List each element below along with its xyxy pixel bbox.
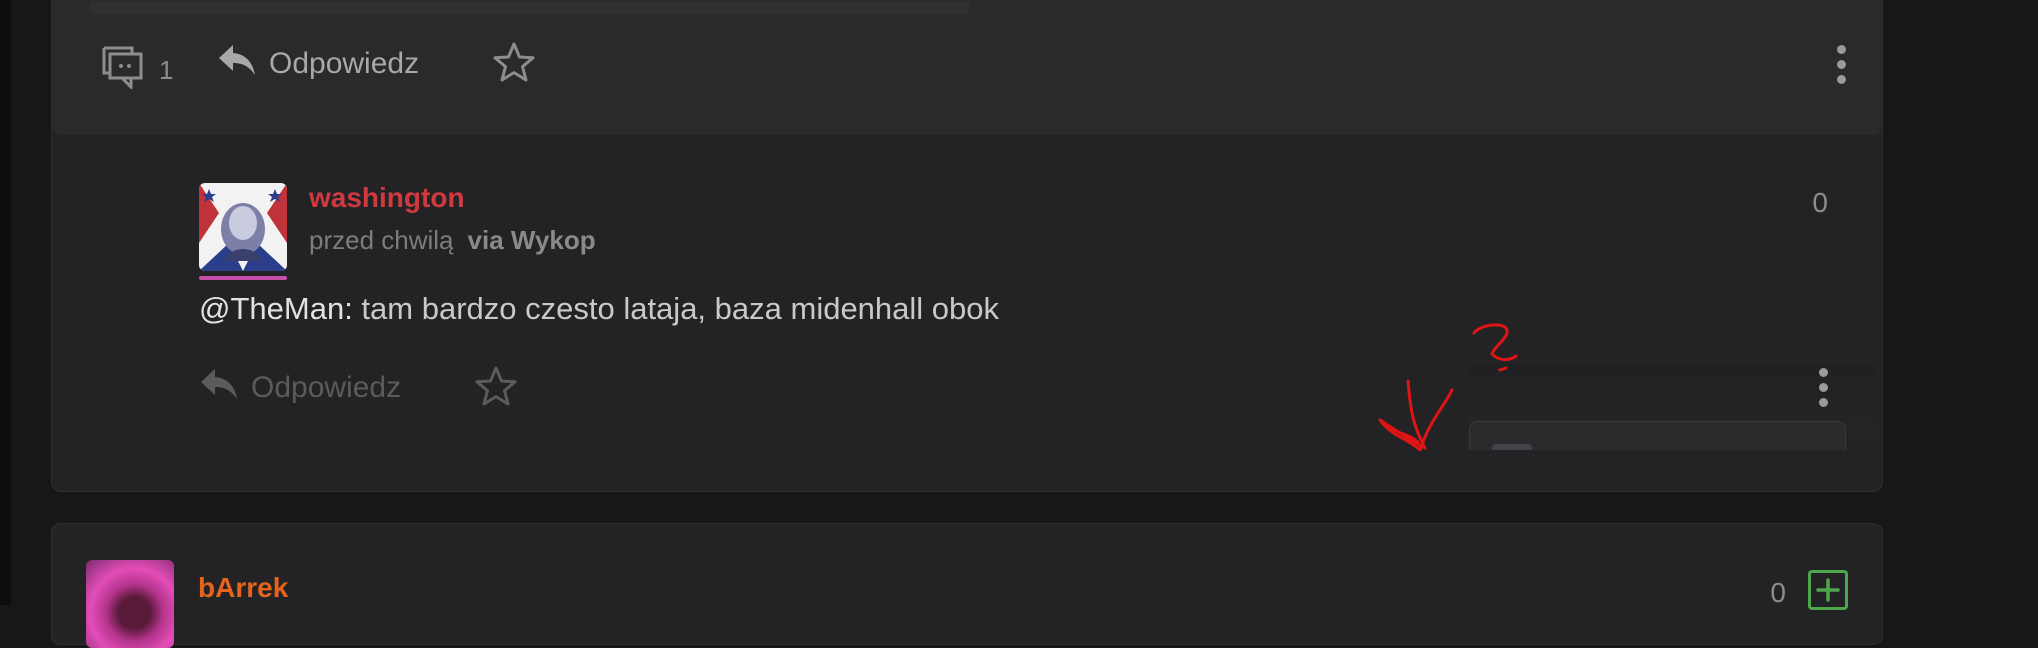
embed-bottom-edge (90, 1, 970, 15)
plus-icon[interactable] (1808, 570, 1848, 610)
star-icon[interactable] (474, 365, 518, 414)
entry-score: 0 (1770, 577, 1786, 608)
avatar[interactable] (86, 560, 174, 648)
more-vert-icon[interactable] (1837, 45, 1846, 90)
entry-username[interactable]: bArrek (198, 572, 288, 604)
left-sidebar-strip (0, 0, 11, 605)
comment-count: 1 (159, 55, 174, 85)
reply-label: Odpowiedz (269, 47, 420, 80)
entry-footer: 1 Odpowiedz (52, 0, 1882, 135)
comment-score: 0 (1812, 187, 1828, 218)
entry-card: bArrek 0 (51, 523, 1883, 648)
reply-icon (217, 43, 257, 85)
avatar[interactable] (199, 183, 287, 271)
comment-reply-button[interactable]: Odpowiedz (199, 367, 401, 409)
avatar-gender-line (199, 276, 287, 280)
reply-icon (199, 367, 239, 409)
comment-username[interactable]: washington (309, 182, 465, 214)
comment-time[interactable]: przed chwilą (309, 225, 454, 255)
comment-source[interactable]: via Wykop (468, 225, 596, 255)
comments-icon (101, 45, 145, 96)
annotation-drawing (1378, 323, 1518, 452)
entry-card: 1 Odpowiedz washington przed chwilą via … (51, 0, 1883, 492)
comment-body: @TheMan: tam bardzo czesto lataja, baza … (199, 291, 999, 327)
mention-link[interactable]: @TheMan: (199, 291, 353, 326)
reply-button[interactable]: Odpowiedz (217, 43, 419, 85)
comment-meta: przed chwilą via Wykop (309, 225, 596, 256)
more-vert-icon[interactable] (1819, 368, 1828, 413)
comment-reply-label: Odpowiedz (251, 371, 402, 404)
comments-toggle[interactable]: 1 (87, 45, 173, 96)
comment-text: tam bardzo czesto lataja, baza midenhall… (352, 291, 1000, 326)
star-icon[interactable] (492, 41, 536, 90)
